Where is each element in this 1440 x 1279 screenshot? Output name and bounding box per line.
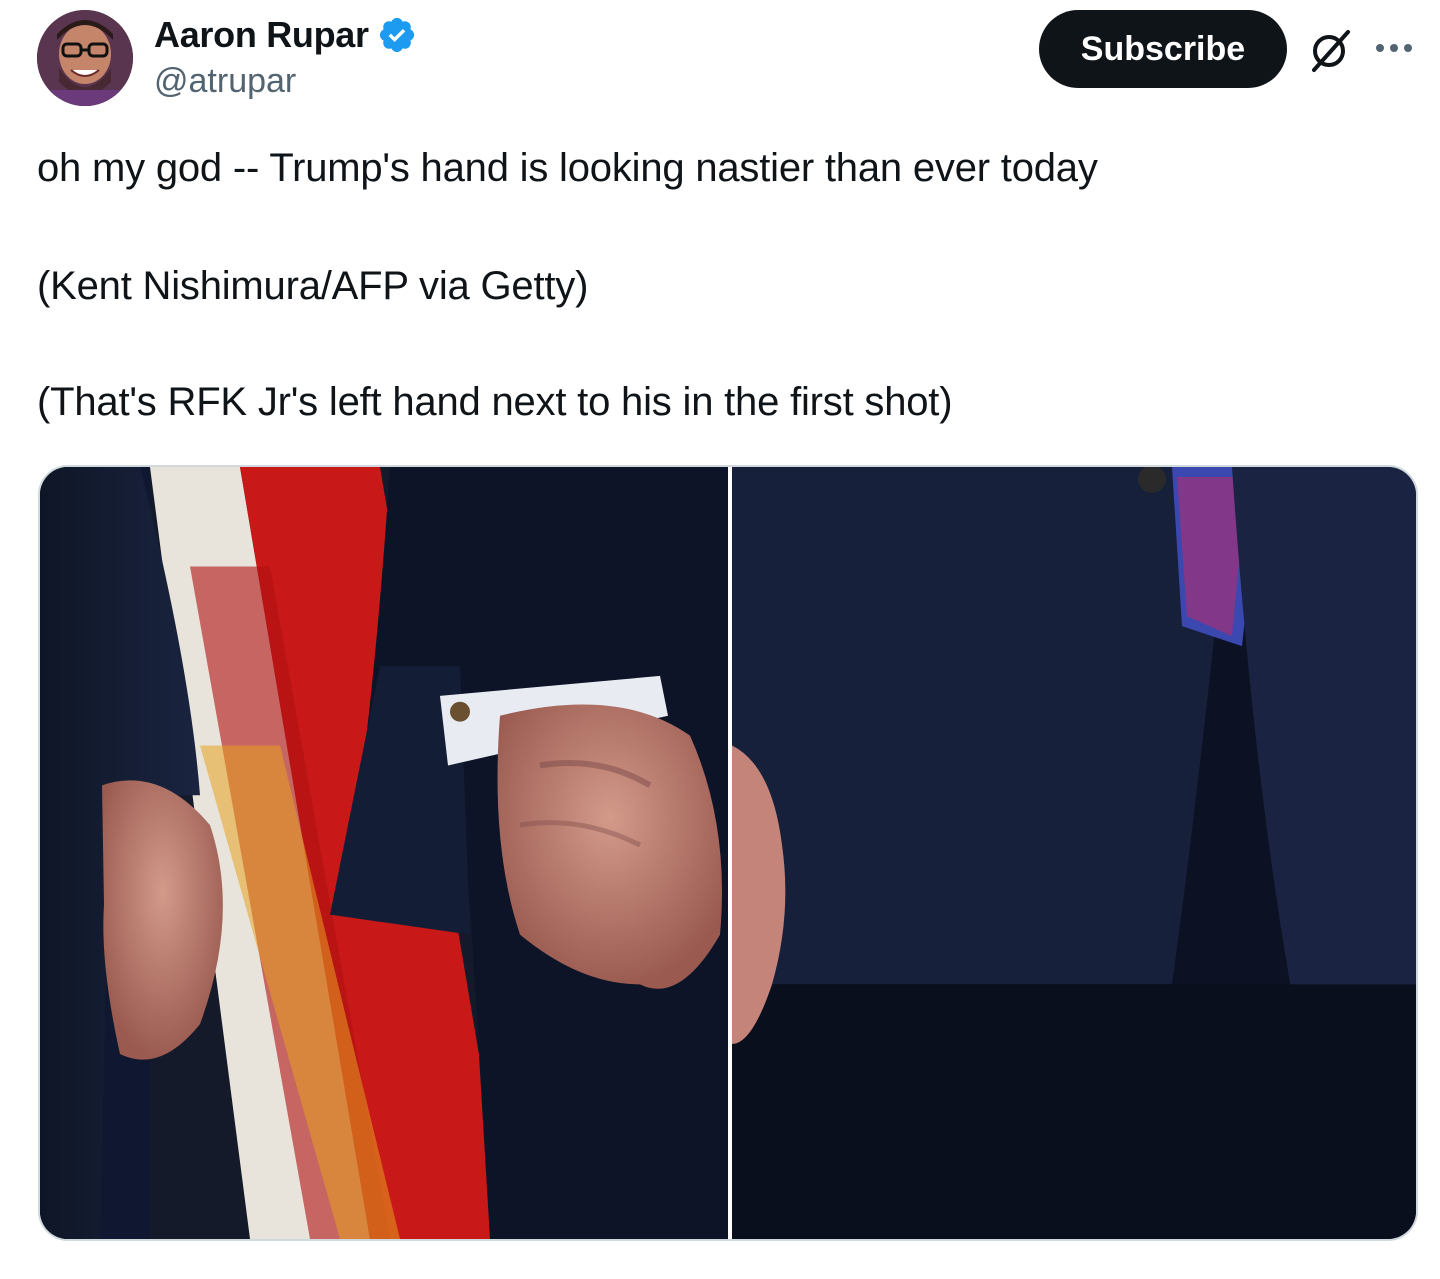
avatar[interactable] [37, 10, 133, 106]
more-dot [1376, 44, 1384, 52]
photo-1-image [40, 467, 728, 1239]
name-row: Aaron Rupar [154, 14, 417, 56]
more-icon[interactable] [1376, 38, 1418, 58]
verified-badge-icon[interactable] [377, 15, 417, 55]
tweet-text-line-2: (Kent Nishimura/AFP via Getty) [37, 264, 589, 308]
media-photo-2[interactable] [732, 467, 1416, 1239]
tweet-text-line-1: oh my god -- Trump's hand is looking nas… [37, 146, 1098, 190]
handle[interactable]: @atrupar [154, 62, 296, 101]
tweet-text-line-3: (That's RFK Jr's left hand next to his i… [37, 380, 953, 424]
subscribe-button[interactable]: Subscribe [1039, 10, 1287, 88]
media-photo-1[interactable] [40, 467, 728, 1239]
media-grid [38, 465, 1418, 1241]
grok-icon[interactable] [1306, 26, 1354, 74]
more-dot [1390, 44, 1398, 52]
photo-2-image [732, 467, 1416, 1239]
more-dot [1404, 44, 1412, 52]
tweet: Aaron Rupar @atrupar Subscribe oh my god… [0, 0, 1440, 1279]
display-name[interactable]: Aaron Rupar [154, 14, 369, 56]
avatar-image [37, 10, 133, 106]
